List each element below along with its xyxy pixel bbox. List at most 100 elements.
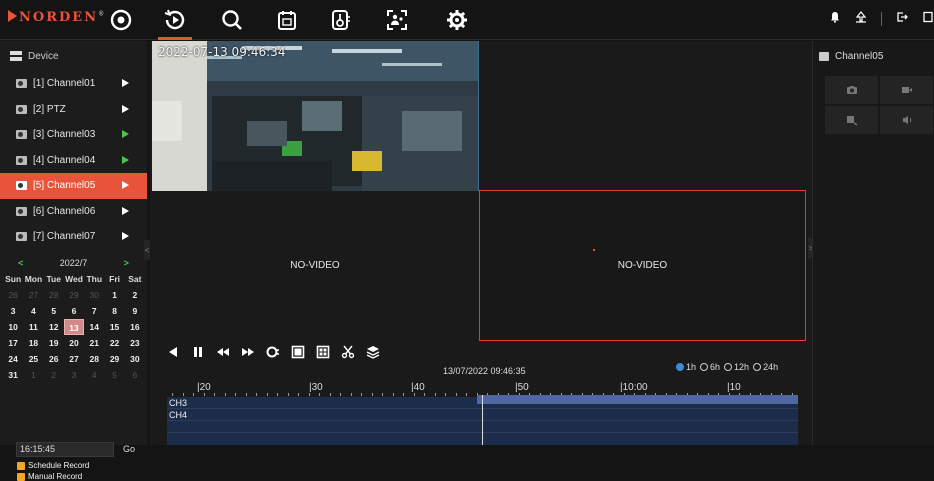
play-icon[interactable]: [122, 155, 129, 164]
play-icon[interactable]: [122, 232, 129, 240]
calendar-day[interactable]: 2: [44, 367, 64, 383]
bell-icon[interactable]: [829, 10, 841, 28]
calendar-day[interactable]: 8: [104, 303, 124, 319]
goto-time-input[interactable]: 16:15:45: [16, 442, 114, 457]
calendar-day[interactable]: 30: [84, 287, 104, 303]
calendar-day[interactable]: 4: [23, 303, 43, 319]
range-option[interactable]: 6h: [700, 362, 720, 372]
single-split-icon[interactable]: [291, 345, 305, 364]
channel-item[interactable]: [7] Channel07: [0, 224, 147, 250]
rewind-icon[interactable]: [216, 345, 230, 364]
calendar-day[interactable]: 7: [84, 303, 104, 319]
thermometer-icon[interactable]: [324, 6, 358, 34]
calendar-day[interactable]: 18: [23, 335, 43, 351]
play-icon[interactable]: [122, 130, 129, 138]
window-icon[interactable]: [922, 10, 934, 28]
playback-icon[interactable]: [158, 6, 192, 40]
pause-icon[interactable]: [191, 345, 205, 364]
timeline-tick: [329, 393, 331, 396]
calendar-day[interactable]: 11: [23, 319, 43, 335]
calendar-icon[interactable]: [270, 6, 304, 34]
zoom-button[interactable]: [825, 106, 878, 134]
gear-icon[interactable]: [440, 6, 474, 34]
calendar-day[interactable]: 27: [23, 287, 43, 303]
search-icon[interactable]: [215, 6, 249, 34]
calendar-day[interactable]: 3: [64, 367, 84, 383]
calendar-day[interactable]: 1: [23, 367, 43, 383]
calendar-day[interactable]: 12: [44, 319, 64, 335]
calendar-day[interactable]: 1: [104, 287, 124, 303]
timeline-cursor[interactable]: [482, 395, 483, 445]
calendar-day[interactable]: 15: [104, 319, 124, 335]
calendar-day[interactable]: 22: [104, 335, 124, 351]
fast-forward-icon[interactable]: [241, 345, 255, 364]
timeline-tick: [361, 393, 362, 396]
video-pane-selected[interactable]: NO-VIDEO: [479, 190, 806, 341]
quad-split-icon[interactable]: [316, 345, 330, 364]
clip-scissors-icon[interactable]: [341, 345, 355, 364]
video-pane-empty[interactable]: NO-VIDEO: [150, 191, 480, 340]
calendar-day[interactable]: 2: [125, 287, 145, 303]
sync-playback-icon[interactable]: [266, 345, 280, 364]
reverse-play-icon[interactable]: [166, 345, 180, 364]
calendar-day[interactable]: 13: [63, 319, 85, 335]
snapshot-button[interactable]: [825, 76, 878, 104]
calendar-day[interactable]: 23: [125, 335, 145, 351]
calendar-day[interactable]: 29: [104, 351, 124, 367]
next-month-button[interactable]: >: [124, 258, 129, 268]
calendar-day[interactable]: 6: [64, 303, 84, 319]
calendar-day[interactable]: 25: [23, 351, 43, 367]
user-icon[interactable]: [855, 10, 867, 28]
channel-item[interactable]: [4] Channel04: [0, 148, 147, 174]
calendar-day[interactable]: 17: [3, 335, 23, 351]
calendar-day[interactable]: 21: [84, 335, 104, 351]
calendar-day[interactable]: 5: [104, 367, 124, 383]
range-option[interactable]: 12h: [724, 362, 749, 372]
calendar-day[interactable]: 10: [3, 319, 23, 335]
calendar-day[interactable]: 29: [64, 287, 84, 303]
radio-icon: [753, 363, 762, 371]
calendar-day[interactable]: 28: [84, 351, 104, 367]
calendar-day[interactable]: 30: [125, 351, 145, 367]
calendar-day[interactable]: 19: [44, 335, 64, 351]
video-pane-channel05[interactable]: 2022-07-13 09:46:34: [152, 41, 479, 191]
channel-item[interactable]: [3] Channel03: [0, 122, 147, 148]
record-button[interactable]: [880, 76, 933, 104]
range-label: 1h: [686, 362, 697, 372]
calendar-day[interactable]: 3: [3, 303, 23, 319]
layers-icon[interactable]: [366, 345, 380, 364]
play-icon[interactable]: [122, 79, 129, 87]
go-button[interactable]: Go: [118, 442, 140, 457]
calendar-day[interactable]: 31: [3, 367, 23, 383]
play-icon[interactable]: [122, 104, 129, 113]
calendar-day[interactable]: 27: [64, 351, 84, 367]
timeline-ruler[interactable]: |20 |30 |40 |50 |10:00 |10: [167, 382, 798, 396]
play-icon[interactable]: [122, 181, 129, 189]
channel-item[interactable]: [6] Channel06: [0, 199, 147, 225]
calendar-day[interactable]: 16: [125, 319, 145, 335]
audio-button[interactable]: [880, 106, 933, 134]
calendar-day[interactable]: 9: [125, 303, 145, 319]
device-header[interactable]: Device: [0, 41, 147, 71]
logout-icon[interactable]: [896, 10, 908, 28]
channel-item[interactable]: [1] Channel01: [0, 71, 147, 97]
calendar-day[interactable]: 14: [84, 319, 104, 335]
play-icon[interactable]: [122, 206, 129, 215]
channel-item[interactable]: [5] Channel05: [0, 173, 147, 199]
top-bar: NORDEN®: [0, 0, 934, 40]
calendar-day[interactable]: 4: [84, 367, 104, 383]
live-view-icon[interactable]: [104, 6, 138, 34]
timeline-tick: [350, 393, 352, 396]
calendar-day[interactable]: 28: [44, 287, 64, 303]
face-scan-icon[interactable]: [380, 6, 414, 34]
calendar-day[interactable]: 26: [3, 287, 23, 303]
range-option[interactable]: 24h: [753, 362, 778, 372]
range-option[interactable]: 1h: [676, 362, 696, 372]
calendar-day[interactable]: 6: [125, 367, 145, 383]
calendar-day[interactable]: 26: [44, 351, 64, 367]
prev-month-button[interactable]: <: [18, 258, 23, 268]
calendar-day[interactable]: 24: [3, 351, 23, 367]
calendar-day[interactable]: 5: [44, 303, 64, 319]
calendar-day[interactable]: 20: [64, 335, 84, 351]
channel-item[interactable]: [2] PTZ: [0, 97, 147, 123]
